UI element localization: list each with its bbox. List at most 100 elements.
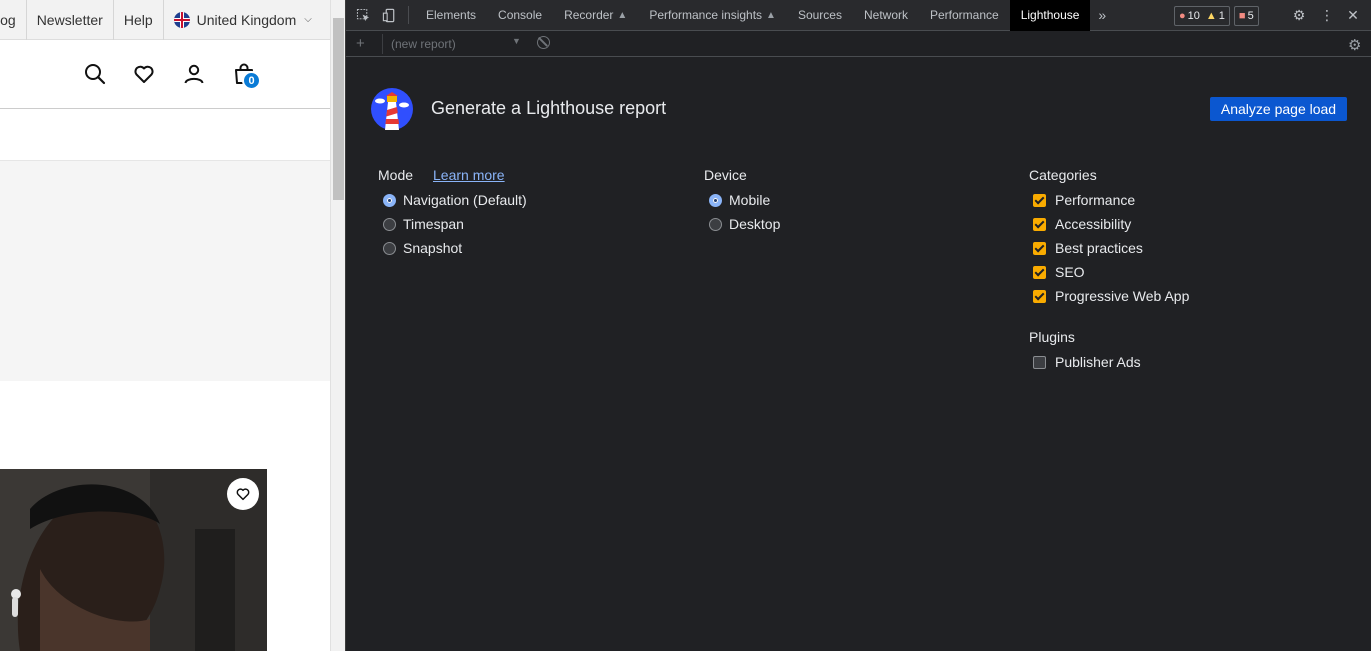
category-seo-label: SEO <box>1055 264 1085 280</box>
category-pwa-label: Progressive Web App <box>1055 288 1190 304</box>
site-hero-placeholder <box>0 161 330 381</box>
learn-more-link[interactable]: Learn more <box>433 167 505 183</box>
clear-reports-icon[interactable] <box>537 36 550 49</box>
issues-icon: ■ <box>1238 10 1246 22</box>
categories-label: Categories <box>1029 167 1097 183</box>
category-accessibility-label: Accessibility <box>1055 216 1132 232</box>
mode-option-snapshot[interactable]: Snapshot <box>383 238 462 258</box>
more-tabs-icon[interactable]: » <box>1090 0 1114 31</box>
kebab-menu-icon[interactable]: ⋮ <box>1318 6 1336 24</box>
experimental-flask-icon: ▲ <box>766 9 776 21</box>
radio-navigation[interactable] <box>383 193 396 207</box>
mode-label: Mode <box>378 167 414 183</box>
tab-sources[interactable]: Sources <box>787 0 853 31</box>
tabbar-separator <box>408 6 409 24</box>
tab-elements[interactable]: Elements <box>415 0 487 31</box>
cart-count-badge: 0 <box>242 71 261 90</box>
warning-icon: ▲ <box>1205 10 1217 22</box>
error-count: 10 <box>1187 10 1200 22</box>
site-scrollbar[interactable] <box>330 0 345 651</box>
experimental-flask-icon: ▲ <box>617 9 628 21</box>
error-count-badge[interactable]: ● 10 ▲ 1 <box>1174 6 1230 26</box>
device-desktop-label: Desktop <box>729 216 781 232</box>
issues-count: 5 <box>1247 10 1254 22</box>
device-option-desktop[interactable]: Desktop <box>709 214 780 234</box>
close-devtools-icon[interactable]: ✕ <box>1344 6 1362 24</box>
site-utility-bar: log Newsletter Help United Kingdom ⌵ <box>0 0 330 40</box>
category-performance-label: Performance <box>1055 192 1136 208</box>
new-report-plus-icon[interactable]: + <box>356 35 365 52</box>
checkbox-publisher-ads[interactable] <box>1033 355 1046 369</box>
radio-desktop[interactable] <box>709 217 722 231</box>
category-pwa[interactable]: Progressive Web App <box>1033 286 1189 306</box>
checkbox-seo[interactable] <box>1033 265 1046 279</box>
radio-timespan[interactable] <box>383 217 396 231</box>
search-icon[interactable] <box>83 62 107 86</box>
tab-recorder-label: Recorder <box>564 8 614 22</box>
lighthouse-settings-gear-icon[interactable]: ⚙ <box>1348 36 1361 54</box>
warning-count: 1 <box>1218 10 1225 22</box>
devtools-panel: Elements Console Recorder ▲ Performance i… <box>346 0 1371 651</box>
help-link-label: Help <box>123 11 153 28</box>
tab-console[interactable]: Console <box>487 0 553 31</box>
tab-lighthouse[interactable]: Lighthouse <box>1009 0 1091 31</box>
tab-performance-insights-label: Performance insights <box>649 8 763 22</box>
issues-badge[interactable]: ■ 5 <box>1233 6 1259 26</box>
error-icon: ● <box>1179 10 1186 22</box>
checkbox-performance[interactable] <box>1033 193 1046 207</box>
help-link[interactable]: Help <box>114 0 164 40</box>
lighthouse-logo-icon <box>371 88 413 130</box>
blog-link[interactable]: log <box>0 0 27 40</box>
radio-mobile[interactable] <box>709 193 722 207</box>
category-performance[interactable]: Performance <box>1033 190 1135 210</box>
analyze-page-load-button[interactable]: Analyze page load <box>1210 97 1347 121</box>
dropdown-arrow-icon: ▼ <box>512 36 521 46</box>
device-toolbar-icon[interactable] <box>376 0 402 31</box>
category-best-practices[interactable]: Best practices <box>1033 238 1143 258</box>
tab-network-label: Network <box>863 8 908 22</box>
chevron-down-icon: ⌵ <box>304 14 312 25</box>
checkbox-best-practices[interactable] <box>1033 241 1046 255</box>
settings-gear-icon[interactable]: ⚙ <box>1290 6 1308 24</box>
category-accessibility[interactable]: Accessibility <box>1033 214 1131 234</box>
country-selector[interactable]: United Kingdom ⌵ <box>164 0 322 40</box>
devtools-tabbar: Elements Console Recorder ▲ Performance i… <box>346 0 1371 31</box>
country-label: United Kingdom <box>196 11 297 28</box>
site-header <box>0 40 330 109</box>
newsletter-link-label: Newsletter <box>36 11 103 28</box>
tab-performance[interactable]: Performance <box>919 0 1010 31</box>
mode-option-navigation[interactable]: Navigation (Default) <box>383 190 527 210</box>
heart-outline-icon <box>236 488 250 501</box>
plugin-publisher-ads-label: Publisher Ads <box>1055 354 1141 370</box>
lighthouse-toolbar: + (new report) ▼ ⚙ <box>346 31 1371 57</box>
tab-sources-label: Sources <box>797 8 842 22</box>
newsletter-link[interactable]: Newsletter <box>27 0 114 40</box>
site-scrollbar-thumb[interactable] <box>333 18 344 200</box>
report-select-value: (new report) <box>391 37 456 51</box>
mode-navigation-label: Navigation (Default) <box>403 192 527 208</box>
checkbox-pwa[interactable] <box>1033 289 1046 303</box>
mode-timespan-label: Timespan <box>403 216 464 232</box>
device-mobile-label: Mobile <box>729 192 771 208</box>
site-nav-band <box>0 109 330 161</box>
lighthouse-title: Generate a Lighthouse report <box>431 98 667 118</box>
category-seo[interactable]: SEO <box>1033 262 1085 282</box>
mode-option-timespan[interactable]: Timespan <box>383 214 464 234</box>
checkbox-accessibility[interactable] <box>1033 217 1046 231</box>
tab-lighthouse-label: Lighthouse <box>1020 8 1080 22</box>
tab-performance-insights[interactable]: Performance insights ▲ <box>638 0 787 31</box>
report-select[interactable]: (new report) <box>382 34 522 54</box>
tab-recorder[interactable]: Recorder ▲ <box>553 0 638 31</box>
plugin-publisher-ads[interactable]: Publisher Ads <box>1033 352 1141 372</box>
tab-console-label: Console <box>498 8 543 22</box>
inspect-element-icon[interactable] <box>350 0 376 31</box>
wishlist-button[interactable] <box>227 478 259 510</box>
user-icon[interactable] <box>182 62 206 86</box>
mode-snapshot-label: Snapshot <box>403 240 463 256</box>
radio-snapshot[interactable] <box>383 241 396 255</box>
heart-icon[interactable] <box>132 62 156 86</box>
website-pane: log Newsletter Help United Kingdom ⌵ 0 <box>0 0 345 651</box>
device-option-mobile[interactable]: Mobile <box>709 190 770 210</box>
tab-network[interactable]: Network <box>853 0 919 31</box>
console-status-badges: ● 10 ▲ 1 ■ 5 <box>1174 6 1259 26</box>
